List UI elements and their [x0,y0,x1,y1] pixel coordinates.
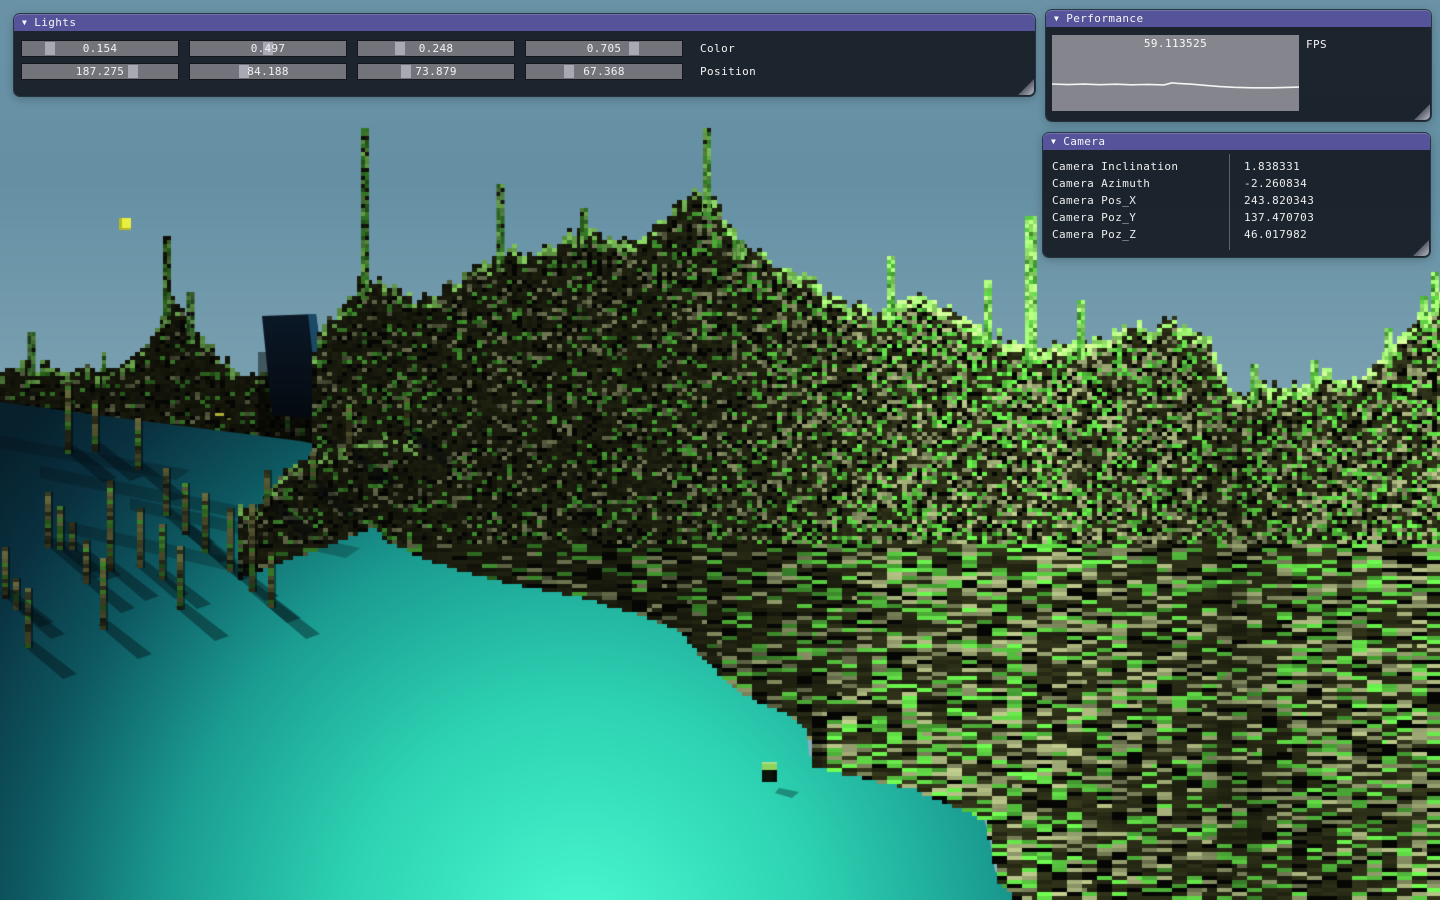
light-position-slider-2[interactable]: 73.879 [357,63,515,80]
light-position-slider-1[interactable]: 84.188 [189,63,347,80]
performance-panel-title: Performance [1066,12,1143,25]
light-position-row: 187.275 84.188 73.879 67.368 Position [21,63,756,80]
light-color-slider-1[interactable]: 0.497 [189,40,347,57]
slider-value: 73.879 [358,64,514,79]
camera-row-label: Camera Azimuth [1043,177,1229,190]
camera-row-inclination: Camera Inclination 1.838331 [1043,158,1430,175]
camera-row-value: -2.260834 [1229,177,1307,190]
camera-row-label: Camera Poz_Y [1043,211,1229,224]
camera-row-value: 1.838331 [1229,160,1300,173]
camera-row-value: 46.017982 [1229,228,1307,241]
color-row-label: Color [700,42,735,55]
resize-grip-icon[interactable] [1414,104,1430,120]
slider-value: 84.188 [190,64,346,79]
camera-panel-body: Camera Inclination 1.838331 Camera Azimu… [1043,150,1430,257]
camera-row-label: Camera Poz_Z [1043,228,1229,241]
lights-panel-titlebar[interactable]: ▼ Lights [14,14,1035,31]
slider-value: 0.154 [22,41,178,56]
performance-panel-body: 59.113525 FPS [1046,27,1431,121]
light-color-row: 0.154 0.497 0.248 0.705 Color [21,40,735,57]
slider-value: 67.368 [526,64,682,79]
light-position-slider-3[interactable]: 67.368 [525,63,683,80]
lights-panel-title: Lights [34,16,76,29]
camera-panel-title: Camera [1063,135,1105,148]
camera-panel-titlebar[interactable]: ▼ Camera [1043,133,1430,150]
slider-value: 0.497 [190,41,346,56]
performance-panel-titlebar[interactable]: ▼ Performance [1046,10,1431,27]
camera-row-label: Camera Pos_X [1043,194,1229,207]
camera-rows: Camera Inclination 1.838331 Camera Azimu… [1043,158,1430,243]
camera-row-pos-y: Camera Poz_Y 137.470703 [1043,209,1430,226]
slider-value: 0.705 [526,41,682,56]
slider-value: 187.275 [22,64,178,79]
fps-value: 59.113525 [1052,37,1299,50]
camera-row-pos-z: Camera Poz_Z 46.017982 [1043,226,1430,243]
position-row-label: Position [700,65,756,78]
light-color-slider-2[interactable]: 0.248 [357,40,515,57]
light-color-slider-3[interactable]: 0.705 [525,40,683,57]
camera-panel: ▼ Camera Camera Inclination 1.838331 Cam… [1043,133,1430,257]
camera-row-azimuth: Camera Azimuth -2.260834 [1043,175,1430,192]
resize-grip-icon[interactable] [1018,79,1034,95]
camera-row-label: Camera Inclination [1043,160,1229,173]
slider-value: 0.248 [358,41,514,56]
fps-label: FPS [1306,38,1327,51]
fps-plot: 59.113525 [1052,35,1299,111]
light-color-slider-0[interactable]: 0.154 [21,40,179,57]
lights-panel-body: 0.154 0.497 0.248 0.705 Color 187.275 [14,31,1035,96]
camera-row-value: 243.820343 [1229,194,1314,207]
lights-panel: ▼ Lights 0.154 0.497 0.248 0.705 Color [14,14,1035,96]
light-position-slider-0[interactable]: 187.275 [21,63,179,80]
camera-row-pos-x: Camera Pos_X 243.820343 [1043,192,1430,209]
collapse-arrow-icon[interactable]: ▼ [22,19,27,27]
collapse-arrow-icon[interactable]: ▼ [1051,138,1056,146]
performance-panel: ▼ Performance 59.113525 FPS [1046,10,1431,121]
camera-row-value: 137.470703 [1229,211,1314,224]
collapse-arrow-icon[interactable]: ▼ [1054,15,1059,23]
